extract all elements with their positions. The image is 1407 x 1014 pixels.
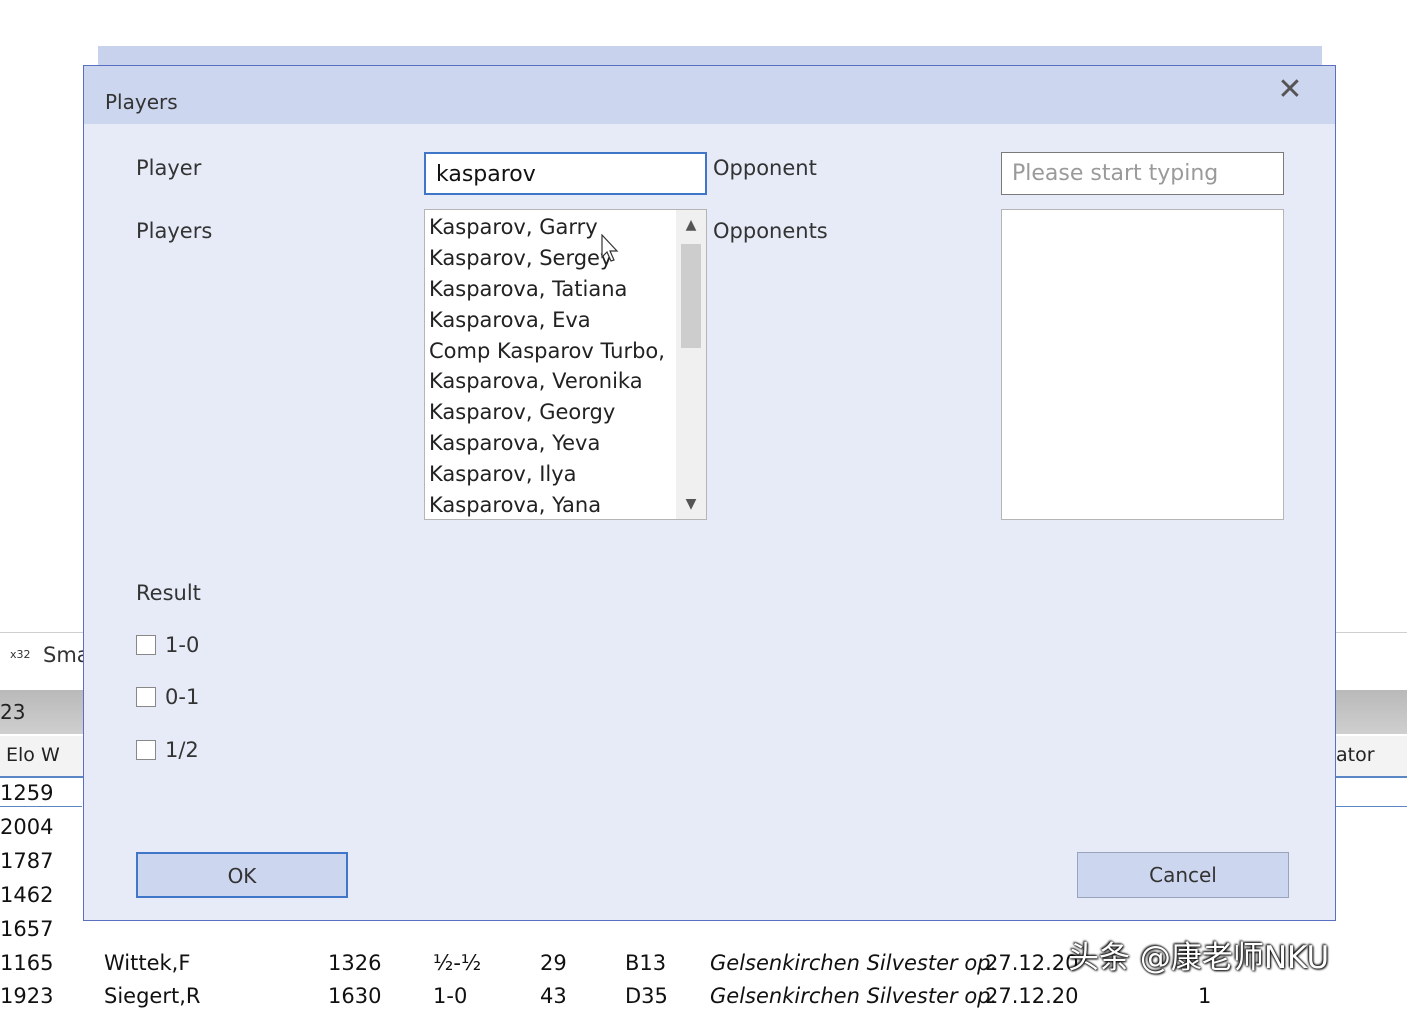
close-icon[interactable]: ✕ <box>1274 74 1306 106</box>
scrollbar-thumb[interactable] <box>681 244 701 348</box>
moves-cell: 29 <box>540 951 567 975</box>
elo-w-cell[interactable]: 1462 <box>0 883 53 907</box>
list-item[interactable]: Kasparova, Tatiana <box>429 274 674 305</box>
elo-w-cell: 1165 <box>0 951 54 975</box>
result-cell: ½-½ <box>433 951 482 975</box>
elo-w-cell: 1923 <box>0 984 54 1008</box>
elo-w-cell[interactable]: 2004 <box>0 815 53 839</box>
players-listbox[interactable]: Kasparov, Garry Kasparov, Sergey Kasparova… <box>424 209 707 520</box>
column-header-elo-w[interactable]: Elo W <box>6 744 60 766</box>
list-item[interactable]: Kasparov, Sergey <box>429 243 674 274</box>
list-item[interactable]: Kasparova, Yana <box>429 490 674 519</box>
player-label: Player <box>136 156 202 180</box>
result-label: Result <box>136 581 201 605</box>
date-cell: 27.12.20 <box>985 951 1079 975</box>
list-item[interactable]: Kasparova, Eva <box>429 305 674 336</box>
table-row[interactable]: 1923 Siegert,R 1630 1-0 43 D35 Gelsenkir… <box>0 984 1407 1014</box>
scroll-up-icon[interactable]: ▲ <box>676 212 706 238</box>
date-cell: 27.12.20 <box>985 984 1079 1008</box>
elo-b-cell: 1326 <box>328 951 382 975</box>
event-cell: Gelsenkirchen Silvester op. <box>710 984 998 1008</box>
players-scrollbar[interactable]: ▲ ▼ <box>676 210 706 519</box>
annotator-cell: 1 <box>1198 984 1212 1008</box>
result-cell: 1-0 <box>433 984 468 1008</box>
elo-w-cell[interactable]: 1657 <box>0 917 53 941</box>
event-cell: Gelsenkirchen Silvester op. <box>710 951 998 975</box>
opponents-label: Opponents <box>713 219 828 243</box>
selected-row-border <box>1336 806 1407 807</box>
moves-cell: 43 <box>540 984 567 1008</box>
checkbox[interactable] <box>136 635 156 655</box>
result-option-label: 1/2 <box>165 738 199 762</box>
result-option-label: 1-0 <box>165 633 200 657</box>
opponents-listbox[interactable] <box>1001 209 1284 520</box>
result-option-label: 0-1 <box>165 685 200 709</box>
checkbox[interactable] <box>136 687 156 707</box>
list-item[interactable]: Kasparov, Garry <box>429 212 674 243</box>
elo-w-cell[interactable]: 1259 <box>0 781 53 805</box>
opponent-input[interactable]: Please start typing <box>1001 152 1284 195</box>
database-tab-icon: x32 <box>10 648 31 661</box>
list-item[interactable]: Kasparov, Ilya <box>429 459 674 490</box>
players-dialog: Players ✕ Player kasparov Opponent Pleas… <box>83 65 1336 921</box>
white-player-cell: Wittek,F <box>104 951 191 975</box>
player-input[interactable]: kasparov <box>424 152 707 195</box>
cancel-button[interactable]: Cancel <box>1077 852 1289 898</box>
players-label: Players <box>136 219 213 243</box>
eco-cell: B13 <box>625 951 667 975</box>
elo-b-cell: 1630 <box>328 984 382 1008</box>
list-item[interactable]: Kasparova, Veronika <box>429 366 674 397</box>
dialog-titlebar[interactable]: Players ✕ <box>84 66 1335 124</box>
white-player-cell: Siegert,R <box>104 984 201 1008</box>
mouse-cursor-icon <box>601 234 619 262</box>
eco-cell: D35 <box>625 984 668 1008</box>
dialog-title: Players <box>105 90 178 114</box>
checkbox[interactable] <box>136 740 156 760</box>
opponent-label: Opponent <box>713 156 817 180</box>
watermark: 头条 @康老师NKU <box>1068 940 1330 976</box>
elo-w-cell[interactable]: 1787 <box>0 849 53 873</box>
game-count: 23 <box>0 700 26 724</box>
column-header-annotator[interactable]: ator <box>1336 744 1375 766</box>
list-item[interactable]: Comp Kasparov Turbo, <box>429 336 674 367</box>
ok-button[interactable]: OK <box>136 852 348 898</box>
list-item[interactable]: Kasparova, Yeva <box>429 428 674 459</box>
players-list-items: Kasparov, Garry Kasparov, Sergey Kasparova… <box>429 212 674 519</box>
scroll-down-icon[interactable]: ▼ <box>676 491 706 517</box>
list-item[interactable]: Kasparov, Georgy <box>429 397 674 428</box>
selected-row-border <box>0 806 82 807</box>
